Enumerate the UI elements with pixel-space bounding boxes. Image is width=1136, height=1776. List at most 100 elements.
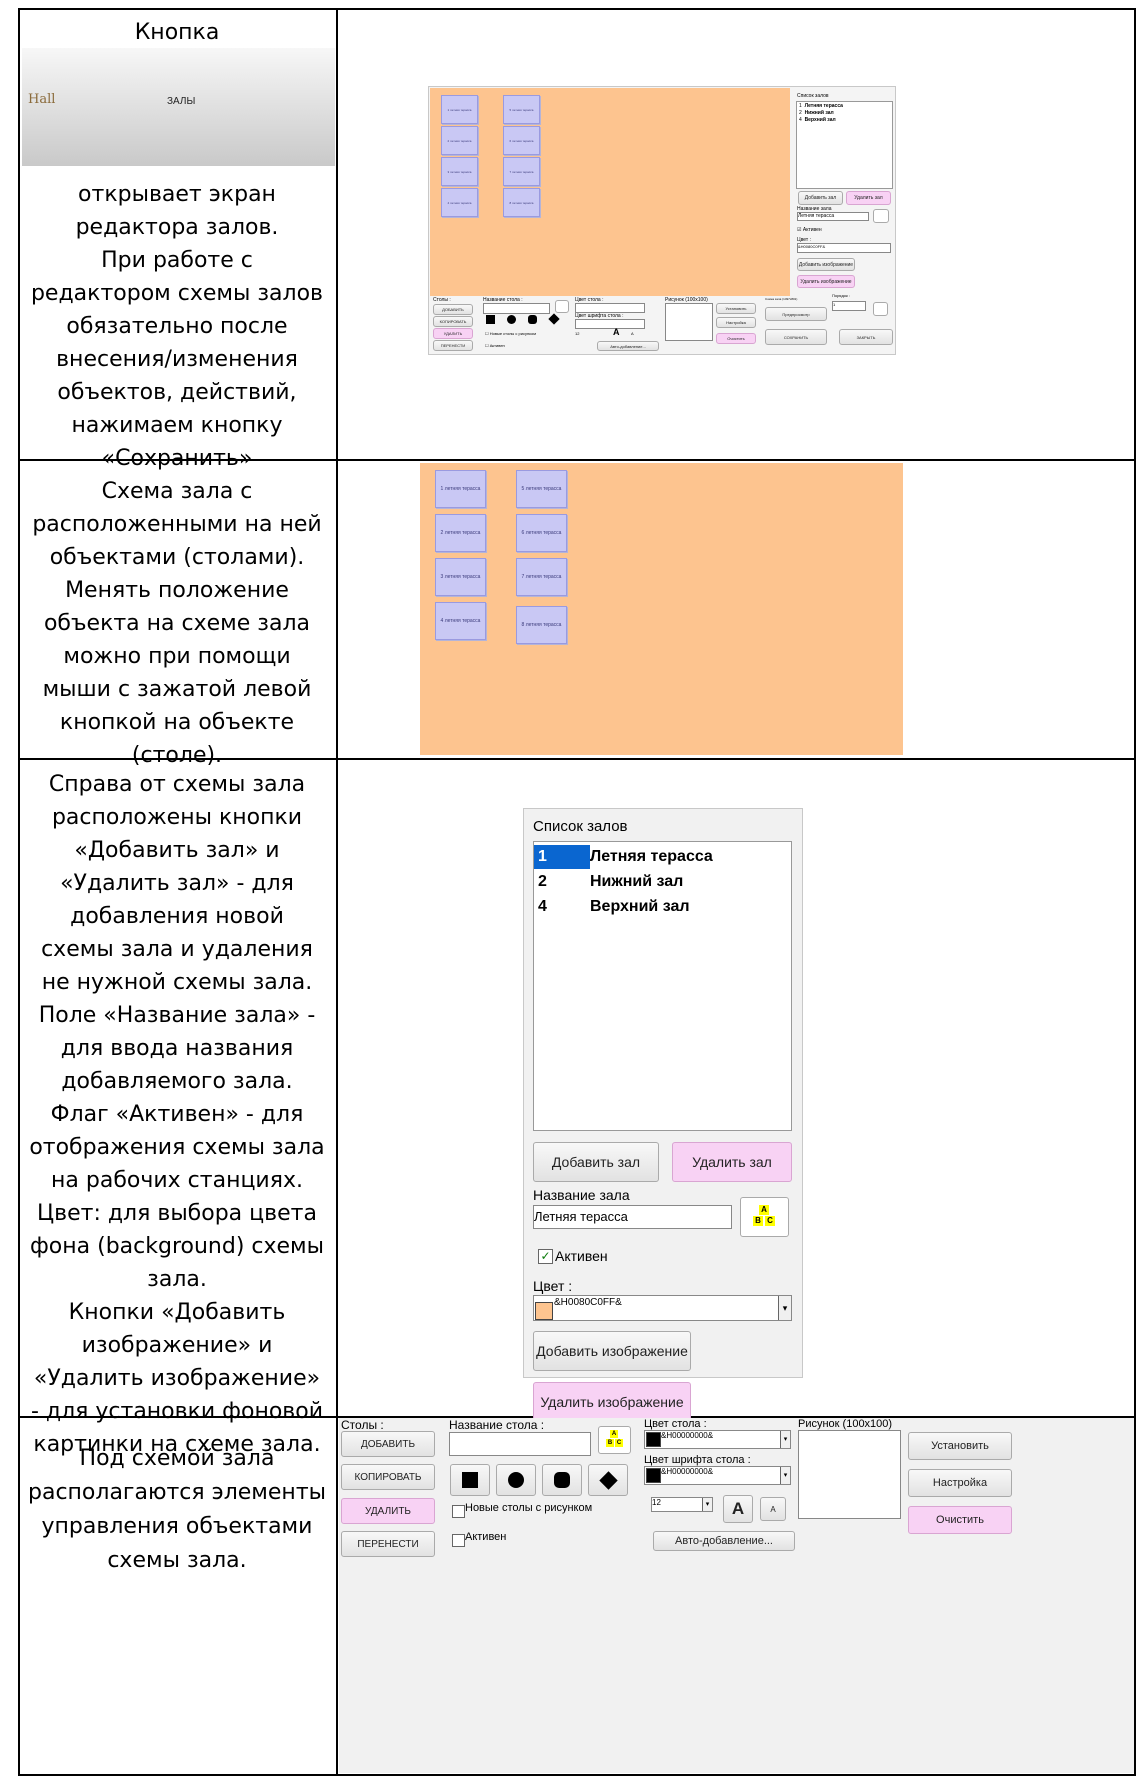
mini-font-smaller-button[interactable]: A	[631, 331, 634, 336]
table-object[interactable]: 2 летняя терасса	[435, 514, 486, 552]
add-hall-button[interactable]: Добавить зал	[533, 1142, 659, 1182]
circle-icon	[508, 1472, 524, 1488]
mini-font-color-select[interactable]	[575, 319, 645, 329]
hall-list-item[interactable]: 1 Летняя терасса	[534, 845, 791, 869]
chevron-down-icon[interactable]: ▾	[702, 1498, 712, 1511]
add-table-button[interactable]: ДОБАВИТЬ	[341, 1431, 435, 1457]
mini-auto-add-button[interactable]: Авто-добавление...	[597, 341, 659, 351]
mini-order-abc-button[interactable]	[873, 302, 888, 316]
mini-add-hall-button[interactable]: Добавить зал	[798, 191, 843, 205]
mini-font-size-select[interactable]: 12	[575, 331, 579, 336]
table-object[interactable]: 5 летняя терасса	[516, 470, 567, 508]
mini-new-tables-checkbox[interactable]: ☐ Новые столы с рисунком	[485, 331, 536, 336]
mini-abc-button[interactable]	[873, 209, 889, 223]
table-object[interactable]: 3 летняя терасса	[441, 157, 478, 186]
settings-button[interactable]: Настройка	[908, 1469, 1012, 1497]
table-object[interactable]: 1 летняя терасса	[441, 95, 478, 124]
table-object[interactable]: 5 летняя терасса	[503, 95, 540, 124]
table-object[interactable]: 4 летняя терасса	[441, 188, 478, 217]
chevron-down-icon[interactable]: ▾	[780, 1467, 790, 1484]
table-name-label: Название стола :	[449, 1418, 545, 1432]
chevron-down-icon[interactable]: ▾	[778, 1296, 791, 1320]
move-table-button[interactable]: ПЕРЕНЕСТИ	[341, 1531, 435, 1557]
image-box[interactable]	[798, 1430, 901, 1519]
active-checkbox[interactable]: ✓	[538, 1249, 553, 1264]
table-object[interactable]: 7 летняя терасса	[503, 157, 540, 186]
set-button[interactable]: Установить	[908, 1432, 1012, 1460]
mini-font-bigger-button[interactable]: A	[613, 327, 620, 337]
table-object[interactable]: 8 летняя терасса	[516, 606, 567, 644]
hall-name-field[interactable]: Летняя терасса	[533, 1205, 732, 1229]
mini-name-field[interactable]: Летняя терасса	[797, 212, 869, 221]
mini-hall-row[interactable]: 2 Нижний зал	[799, 110, 834, 116]
mini-hall-row[interactable]: 4 Верхний зал	[799, 117, 836, 123]
mini-table-name-field[interactable]	[483, 303, 550, 314]
circle-shape-button[interactable]	[496, 1464, 536, 1496]
delete-table-button[interactable]: УДАЛИТЬ	[341, 1498, 435, 1524]
hall-list-item[interactable]: 4 Верхний зал	[534, 895, 791, 919]
mini-add-image-button[interactable]: Добавить изображение	[797, 258, 855, 271]
table-object[interactable]: 4 летняя терасса	[435, 602, 486, 640]
mini-delete-hall-button[interactable]: Удалить зал	[846, 191, 891, 205]
mini-save-button[interactable]: СОХРАНИТЬ	[765, 329, 827, 345]
mini-delete-button[interactable]: УДАЛИТЬ	[433, 328, 473, 339]
mini-delete-image-button[interactable]: Удалить изображение	[797, 275, 855, 288]
table-object[interactable]: 6 летняя терасса	[516, 514, 567, 552]
mini-active-table-checkbox[interactable]: ☐ Активен	[485, 343, 505, 348]
table-object[interactable]: 8 летняя терасса	[503, 188, 540, 217]
abc-button[interactable]: A B C	[740, 1197, 789, 1237]
table-abc-button[interactable]: A B C	[598, 1426, 631, 1454]
table-object[interactable]: 1 летняя терасса	[435, 470, 486, 508]
delete-image-button[interactable]: Удалить изображение	[533, 1382, 691, 1422]
copy-table-button[interactable]: КОПИРОВАТЬ	[341, 1464, 435, 1490]
table-object[interactable]: 2 летняя терасса	[441, 126, 478, 155]
table-object[interactable]: 6 летняя терасса	[503, 126, 540, 155]
mini-clear-button[interactable]: Очистить	[716, 333, 756, 344]
diamond-shape-button[interactable]	[588, 1464, 628, 1496]
mini-rounded-square-icon[interactable]	[528, 315, 537, 324]
auto-add-button[interactable]: Авто-добавление...	[653, 1531, 795, 1551]
font-color-select[interactable]: &H00000000& ▾	[644, 1466, 791, 1485]
mini-preview-button[interactable]: Предпросмотр	[765, 307, 827, 321]
mini-move-button[interactable]: ПЕРЕНЕСТИ	[433, 340, 473, 351]
mini-diamond-icon[interactable]	[548, 313, 560, 325]
chevron-down-icon[interactable]: ▾	[780, 1431, 790, 1448]
hall-editor-screenshot: 1 летняя терасса 2 летняя терасса 3 летняя…	[428, 86, 896, 355]
rounded-shape-button[interactable]	[542, 1464, 582, 1496]
add-image-button[interactable]: Добавить изображение	[533, 1331, 691, 1371]
delete-hall-button[interactable]: Удалить зал	[672, 1142, 792, 1182]
mini-square-icon[interactable]	[486, 315, 495, 324]
hall-list[interactable]: 1 Летняя терасса 2 Нижний зал 4 Верхний зал	[533, 841, 792, 1131]
mini-hall-list[interactable]: 1 Летняя терасса 2 Нижний зал 4 Верхний …	[796, 101, 893, 189]
mini-image-box[interactable]	[665, 303, 713, 341]
new-tables-checkbox[interactable]	[452, 1505, 465, 1518]
font-smaller-button[interactable]: A	[760, 1497, 786, 1521]
mini-circle-icon[interactable]	[507, 315, 516, 324]
font-bigger-button[interactable]: A	[723, 1495, 753, 1523]
tables-label: Столы :	[341, 1418, 384, 1432]
mini-table-abc-button[interactable]	[555, 300, 569, 313]
table-color-select[interactable]: &H00000000& ▾	[644, 1430, 791, 1449]
square-shape-button[interactable]	[450, 1464, 490, 1496]
hall-scheme-canvas[interactable]: 1 летняя терасса 2 летняя терасса 3 летняя…	[420, 463, 903, 755]
table-object[interactable]: 3 летняя терасса	[435, 558, 486, 596]
mini-color-select[interactable]: &H0080C0FF&	[797, 243, 891, 253]
mini-set-button[interactable]: Установить	[716, 303, 756, 314]
font-size-select[interactable]: 12 ▾	[651, 1497, 713, 1512]
active-table-checkbox[interactable]	[452, 1534, 465, 1547]
mini-close-button[interactable]: ЗАКРЫТЬ	[839, 329, 893, 345]
clear-button[interactable]: Очистить	[908, 1506, 1012, 1534]
row2-description: Схема зала с расположенными на ней объек…	[32, 479, 322, 768]
hall-list-item[interactable]: 2 Нижний зал	[534, 870, 791, 894]
hall-panel: Список залов 1 Летняя терасса 2 Нижний зал…	[523, 808, 803, 1422]
table-name-field[interactable]	[449, 1432, 591, 1456]
mini-add-button[interactable]: ДОБАВИТЬ	[433, 304, 473, 315]
mini-hall-row[interactable]: 1 Летняя терасса	[799, 103, 843, 109]
color-select[interactable]: &H0080C0FF& ▾	[533, 1295, 792, 1321]
mini-settings-button[interactable]: Настройка	[716, 317, 756, 328]
mini-table-color-select[interactable]	[575, 303, 645, 313]
mini-active-checkbox[interactable]: ☑ Активен	[797, 227, 822, 233]
table-object[interactable]: 7 летняя терасса	[516, 558, 567, 596]
mini-order-field[interactable]: 1	[832, 301, 866, 311]
mini-copy-button[interactable]: КОПИРОВАТЬ	[433, 316, 473, 327]
